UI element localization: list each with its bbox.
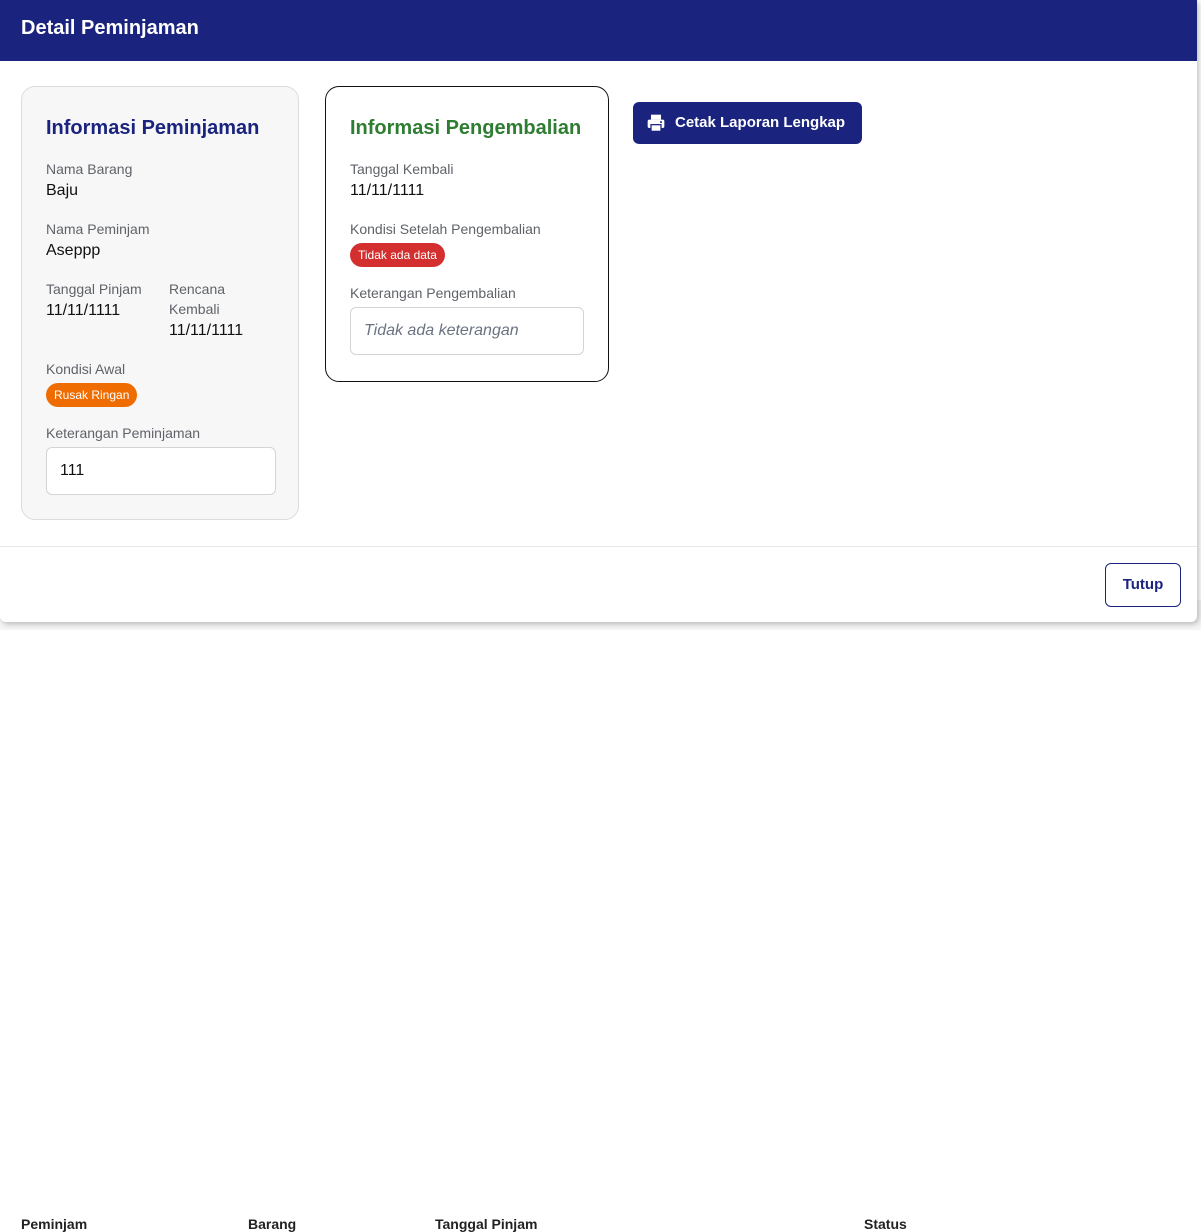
background-column-barang: Barang — [248, 1216, 297, 1232]
return-condition-badge: Tidak ada data — [350, 243, 445, 267]
item-name-value: Baju — [46, 182, 79, 199]
background-column-tanggal-pinjam: Tanggal Pinjam — [435, 1216, 538, 1232]
borrow-date-label: Tanggal Pinjam — [46, 281, 142, 297]
initial-condition-badge: Rusak Ringan — [46, 383, 138, 407]
loan-notes-field: 111 — [46, 447, 276, 495]
print-report-label: Cetak Laporan Lengkap — [675, 114, 846, 131]
modal-title: Detail Peminjaman — [21, 17, 199, 39]
return-notes-field: Tidak ada keterangan — [350, 307, 584, 355]
return-info-title: Informasi Pengembalian — [350, 117, 582, 139]
borrow-date-value: 11/11/1111 — [46, 302, 121, 319]
loan-info-card: Informasi Peminjaman Nama Barang Baju Na… — [21, 86, 299, 520]
background-column-peminjam: Peminjam — [21, 1216, 88, 1232]
planned-return-label: Rencana — [169, 281, 226, 297]
return-date-label: Tanggal Kembali — [350, 161, 454, 177]
borrower-name-label: Nama Peminjam — [46, 221, 150, 237]
return-condition-label: Kondisi Setelah Pengembalian — [350, 221, 541, 237]
initial-condition-label: Kondisi Awal — [46, 361, 126, 377]
planned-return-value: 11/11/1111 — [169, 322, 244, 339]
modal-header: Detail Peminjaman — [0, 0, 1197, 61]
planned-return-label-line2: Kembali — [169, 301, 220, 317]
item-name-label: Nama Barang — [46, 161, 133, 177]
return-info-card: Informasi Pengembalian Tanggal Kembali 1… — [325, 86, 609, 382]
loan-notes-label: Keterangan Peminjaman — [46, 425, 201, 441]
borrower-name-value: Aseppp — [46, 242, 101, 259]
printer-icon — [647, 114, 665, 132]
background-column-status: Status — [864, 1216, 907, 1232]
return-date-value: 11/11/1111 — [350, 182, 425, 199]
loan-info-title: Informasi Peminjaman — [46, 117, 260, 139]
detail-modal: Detail Peminjaman Informasi Peminjaman N… — [0, 0, 1197, 622]
close-button[interactable]: Tutup — [1105, 563, 1181, 607]
footer-divider — [0, 546, 1197, 547]
return-notes-label: Keterangan Pengembalian — [350, 285, 516, 301]
print-report-button[interactable]: Cetak Laporan Lengkap — [633, 102, 862, 144]
